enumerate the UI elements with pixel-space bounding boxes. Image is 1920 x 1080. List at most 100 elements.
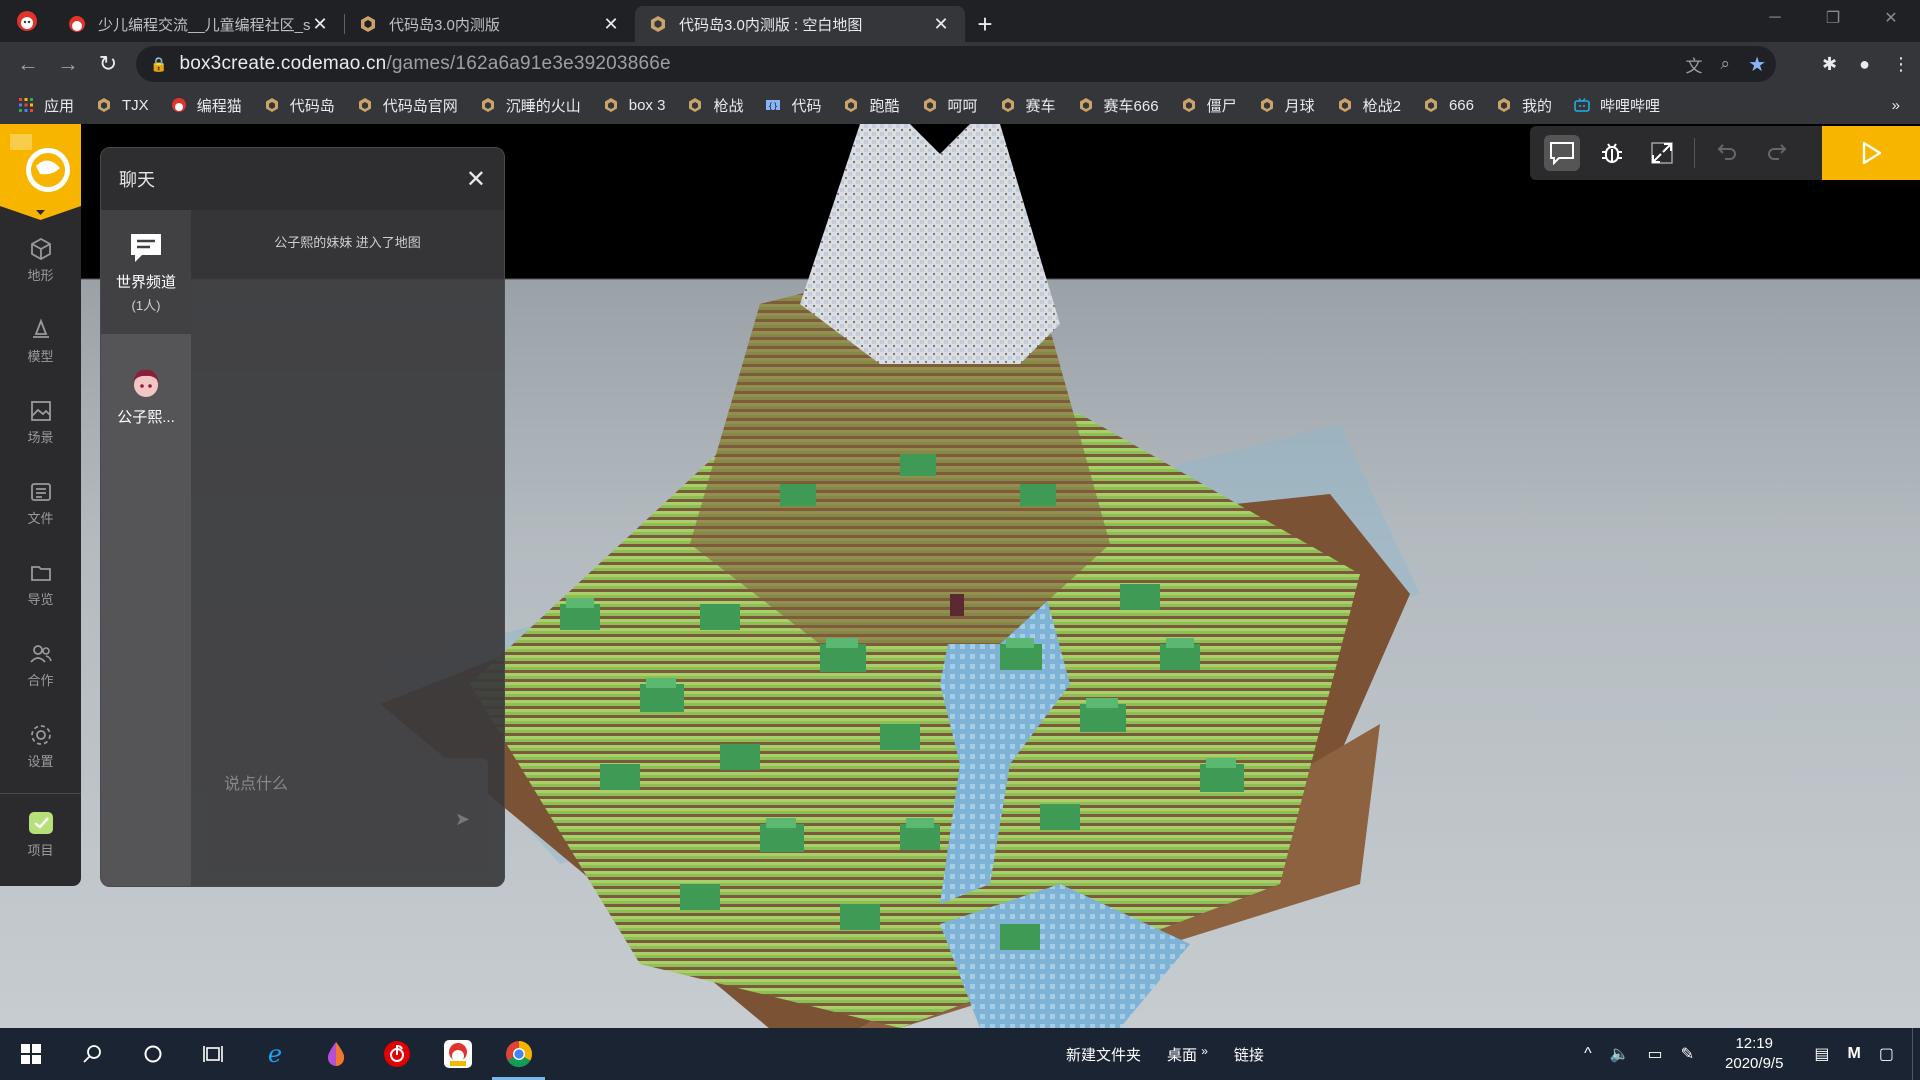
system-tray: ^ 🔈 ▭ ✎ 12:19 2020/9/5 ▤ M ▢	[1575, 1028, 1920, 1080]
bookmark-star-icon[interactable]: ★	[1748, 52, 1766, 77]
project-icon	[28, 812, 53, 834]
task-view-button[interactable]	[183, 1028, 244, 1080]
bookmark-item[interactable]: 僵尸	[1181, 95, 1237, 116]
taskbar-ie[interactable]: e	[244, 1028, 305, 1080]
box3-favicon-icon	[361, 16, 375, 32]
extensions-icon[interactable]: ✱	[1822, 54, 1837, 75]
tab-close-icon[interactable]: ✕	[931, 14, 951, 35]
tab-box3-beta[interactable]: 代码岛3.0内测版 ✕	[345, 6, 635, 42]
bookmarks-overflow-button[interactable]: »	[1892, 86, 1900, 124]
taskbar-clock[interactable]: 12:19 2020/9/5	[1725, 1034, 1783, 1074]
bookmark-item[interactable]: {} 代码	[765, 95, 821, 116]
cortana-button[interactable]	[122, 1028, 183, 1080]
translate-icon[interactable]: 文	[1686, 52, 1703, 77]
netease-music-icon	[383, 1041, 410, 1067]
bookmark-item[interactable]: 月球	[1259, 95, 1315, 116]
chat-input-box[interactable]: ➤	[208, 758, 488, 870]
tab-blank-map[interactable]: 代码岛3.0内测版 : 空白地图 ✕	[635, 6, 965, 42]
tab-community[interactable]: 少儿编程交流__儿童编程社区_sc ✕	[54, 6, 344, 42]
send-icon[interactable]: ➤	[455, 809, 470, 830]
box3-logo-button[interactable]	[0, 124, 81, 220]
bookmark-apps[interactable]: 应用	[18, 95, 74, 116]
channel-name: 世界频道	[115, 273, 176, 291]
tab-close-icon[interactable]: ✕	[310, 14, 330, 35]
file-list-icon	[30, 483, 51, 501]
new-tab-button[interactable]: +	[965, 6, 1005, 42]
rail-item-terrain[interactable]: 地形	[0, 220, 81, 301]
bookmark-item[interactable]: 沉睡的火山	[480, 95, 581, 116]
forward-button[interactable]: →	[48, 44, 88, 84]
taskbar-codemao[interactable]	[427, 1028, 488, 1080]
profile-icon[interactable]: ●	[1859, 54, 1870, 75]
bookmark-item[interactable]: 呵呵	[922, 95, 978, 116]
rail-item-guide[interactable]: 导览	[0, 544, 81, 625]
chat-toggle-button[interactable]	[1544, 135, 1580, 171]
close-window-icon[interactable]: ✕	[1862, 0, 1920, 36]
toolbar-links[interactable]: 链接	[1234, 1044, 1264, 1065]
search-button[interactable]	[61, 1028, 122, 1080]
debug-button[interactable]	[1594, 135, 1630, 171]
address-bar[interactable]: 🔒 box3create.codemao.cn/games/162a6a91e3…	[136, 46, 1776, 82]
action-center-icon[interactable]: ▢	[1879, 1044, 1894, 1064]
volume-icon[interactable]: 🔈	[1610, 1044, 1630, 1064]
bookmark-item[interactable]: 代码岛官网	[357, 95, 458, 116]
taskbar-chrome[interactable]	[488, 1028, 549, 1080]
start-button[interactable]	[0, 1028, 61, 1080]
show-desktop-button[interactable]	[1912, 1028, 1918, 1080]
battery-icon[interactable]: ▭	[1648, 1044, 1663, 1064]
rail-item-project[interactable]: 项目	[0, 794, 81, 875]
chat-close-icon[interactable]: ✕	[466, 165, 486, 194]
bookmark-item[interactable]: 枪战2	[1337, 95, 1401, 116]
lock-icon[interactable]: 🔒	[150, 56, 167, 73]
toolbar-desktop[interactable]: 桌面 »	[1167, 1044, 1208, 1065]
restore-icon[interactable]: ❐	[1804, 0, 1862, 36]
channel-world[interactable]: 世界频道 (1人)	[101, 210, 191, 334]
code-bracket-icon: {}	[766, 100, 781, 111]
ime-icon[interactable]: M	[1848, 1045, 1861, 1063]
back-button[interactable]: ←	[8, 44, 48, 84]
bookmark-item[interactable]: box 3	[603, 97, 665, 114]
run-button[interactable]	[1822, 126, 1920, 180]
toolbar-new-folder[interactable]: 新建文件夹	[1066, 1044, 1141, 1065]
tray-overflow-icon[interactable]: ^	[1584, 1045, 1592, 1063]
minimize-icon[interactable]: ─	[1746, 0, 1804, 36]
bookmark-item[interactable]: 赛车666	[1078, 95, 1159, 116]
windows-logo-icon	[20, 1044, 41, 1064]
zoom-icon[interactable]: ⌕	[1721, 54, 1731, 74]
notes-icon[interactable]: ▤	[1814, 1044, 1829, 1064]
rail-item-files[interactable]: 文件	[0, 463, 81, 544]
bookmark-item[interactable]: 我的	[1496, 95, 1552, 116]
box3-favicon-icon	[604, 98, 617, 112]
rail-item-model[interactable]: 模型	[0, 301, 81, 382]
taskbar-toolbars: 新建文件夹 桌面 » 链接	[1066, 1028, 1264, 1080]
taskbar-netease-music[interactable]	[366, 1028, 427, 1080]
undo-button[interactable]	[1709, 135, 1745, 171]
windows-taskbar: e 新建文件夹 桌面 » 链接 ^ 🔈 ▭ ✎ 12:19 2020/9/5 ▤…	[0, 1028, 1920, 1080]
codemao-app-icon[interactable]	[0, 0, 54, 42]
box3-favicon-icon	[923, 98, 936, 112]
rail-item-scene[interactable]: 场景	[0, 382, 81, 463]
bookmark-item[interactable]: TJX	[96, 97, 149, 114]
fullscreen-button[interactable]	[1644, 135, 1680, 171]
bookmark-item[interactable]: 代码岛	[264, 95, 335, 116]
tab-close-icon[interactable]: ✕	[601, 14, 621, 35]
redo-button[interactable]	[1759, 135, 1795, 171]
bookmark-item[interactable]: 哔哩哔哩	[1574, 95, 1660, 116]
bookmark-item[interactable]: 枪战	[687, 95, 743, 116]
bookmark-item[interactable]: 666	[1423, 97, 1474, 114]
channel-user[interactable]: 公子熙...	[101, 334, 191, 458]
chat-input[interactable]	[208, 758, 488, 870]
rail-item-collab[interactable]: 合作	[0, 625, 81, 706]
rail-item-settings[interactable]: 设置	[0, 706, 81, 787]
reload-button[interactable]: ↻	[88, 44, 128, 84]
taskbar-app-drop[interactable]	[305, 1028, 366, 1080]
bookmark-item[interactable]: 编程猫	[171, 95, 242, 116]
pen-icon[interactable]: ✎	[1681, 1044, 1694, 1064]
internet-explorer-icon: e	[267, 1041, 281, 1067]
bookmark-item[interactable]: 跑酷	[843, 95, 900, 116]
bookmark-item[interactable]: 赛车	[1000, 95, 1056, 116]
menu-icon[interactable]: ⋮	[1892, 54, 1910, 75]
url-text[interactable]: box3create.codemao.cn/games/162a6a91e3e3…	[179, 53, 670, 75]
player-character[interactable]	[950, 594, 964, 616]
tab-title: 少儿编程交流__儿童编程社区_sc	[98, 16, 310, 34]
